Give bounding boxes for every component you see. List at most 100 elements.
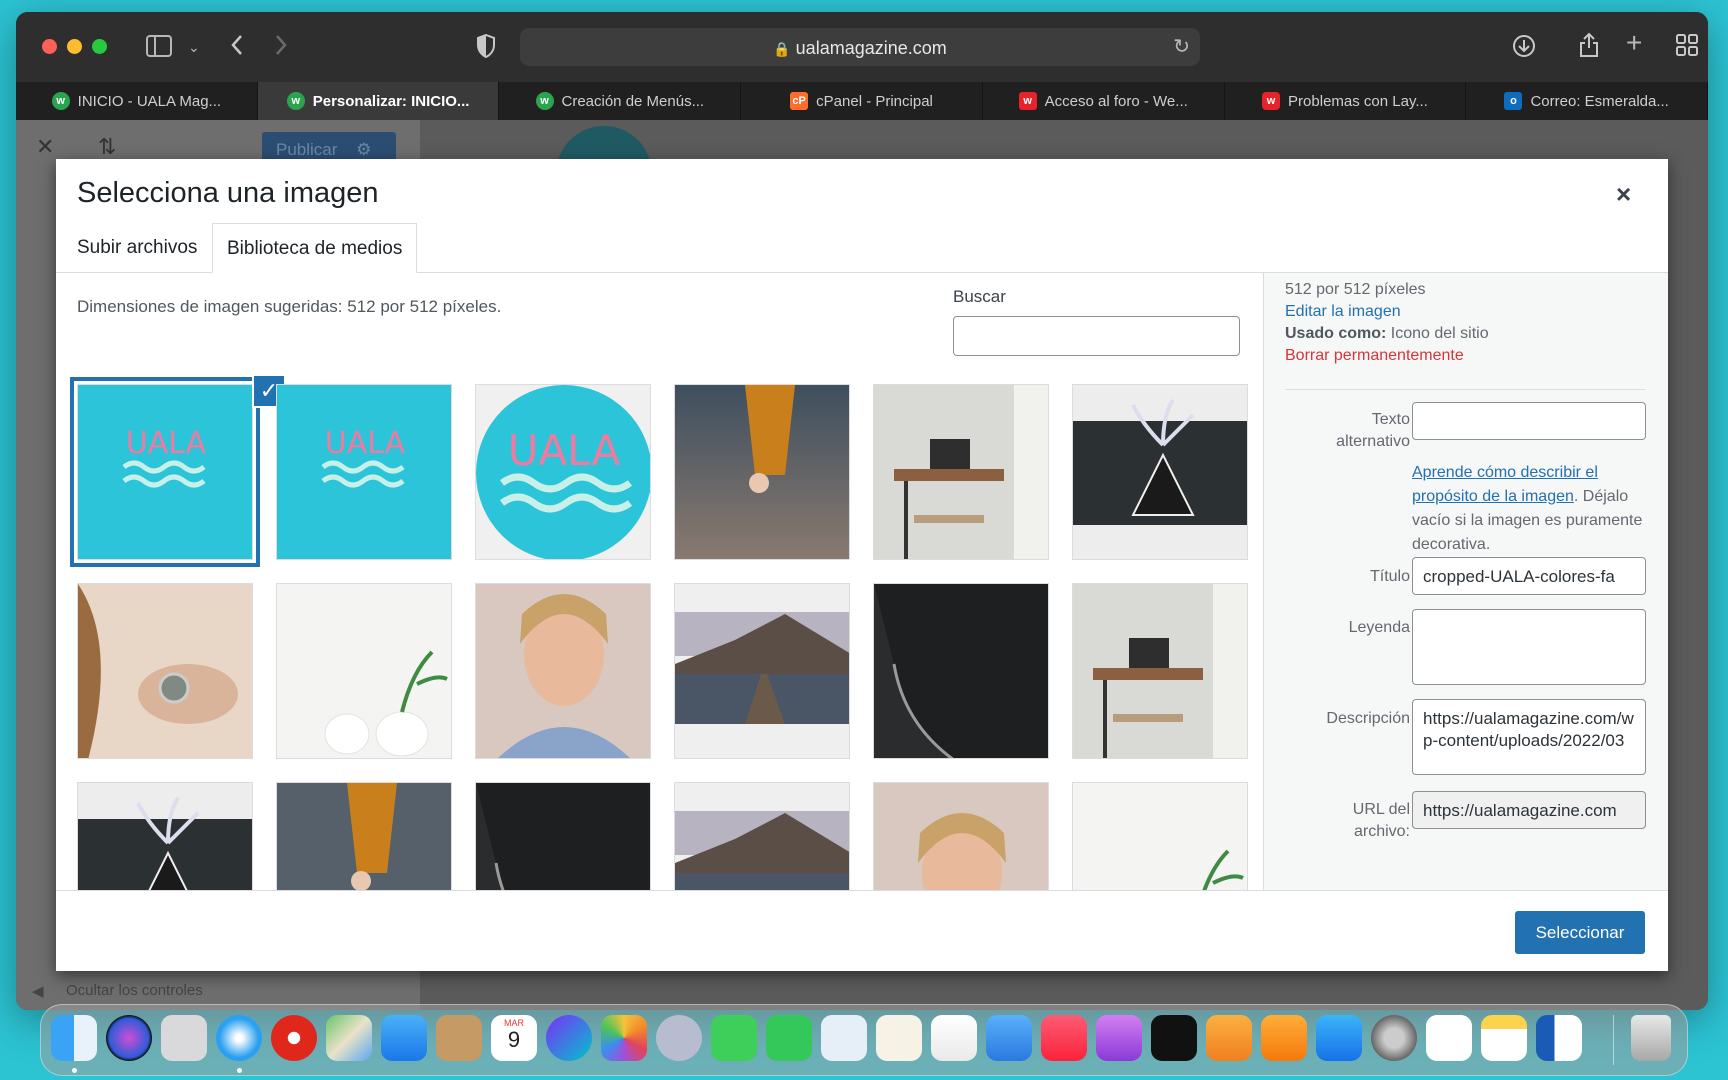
attachment-uala-circle[interactable]: UALA <box>475 384 651 560</box>
tab-acceso-foro[interactable]: w Acceso al foro - We... <box>983 82 1225 120</box>
svg-text:UALA: UALA <box>126 426 207 461</box>
chevron-down-icon[interactable]: ⌄ <box>188 36 200 58</box>
alt-text-help-link[interactable]: Aprende cómo describir el propósito de l… <box>1412 464 1598 505</box>
instruments-icon[interactable] <box>656 1015 702 1061</box>
facetime-icon[interactable] <box>766 1015 812 1061</box>
attachment-lake-dock[interactable] <box>674 583 850 759</box>
svg-text:UALA: UALA <box>508 426 621 475</box>
messages-icon[interactable] <box>711 1015 757 1061</box>
sidebar-toggle-icon[interactable] <box>146 35 172 61</box>
tab-overview-icon[interactable] <box>1676 34 1698 60</box>
back-icon[interactable] <box>230 34 244 60</box>
caption-textarea[interactable] <box>1412 609 1646 685</box>
safari-icon[interactable] <box>216 1015 262 1061</box>
browser-tab-bar: w INICIO - UALA Mag... w Personalizar: I… <box>16 82 1708 120</box>
downloads-icon[interactable] <box>1512 34 1536 62</box>
attachment-hand-ring[interactable] <box>77 583 253 759</box>
attachment-orange-sweater[interactable] <box>674 384 850 560</box>
youtube-icon[interactable] <box>271 1015 317 1061</box>
tab-inicio[interactable]: w INICIO - UALA Mag... <box>16 82 258 120</box>
attachment-desk-laptop-2[interactable] <box>1072 583 1248 759</box>
attachment-plant-laptop-2[interactable] <box>77 782 253 890</box>
tab-upload-files[interactable]: Subir archivos <box>63 223 211 273</box>
attachment-uala-logo[interactable]: UALA <box>276 384 452 560</box>
maps-icon[interactable] <box>326 1015 372 1061</box>
forward-icon[interactable] <box>274 34 288 60</box>
edit-image-link[interactable]: Editar la imagen <box>1285 303 1401 321</box>
attachment-vases-plant-2[interactable] <box>1072 782 1248 890</box>
music-icon[interactable] <box>1041 1015 1087 1061</box>
trash-icon[interactable] <box>1631 1015 1671 1061</box>
address-bar[interactable]: 🔒 ualamagazine.com ↻ <box>520 28 1200 66</box>
close-icon: ✕ <box>36 134 55 159</box>
contacts-icon[interactable] <box>436 1015 482 1061</box>
tab-problemas-layout[interactable]: w Problemas con Lay... <box>1225 82 1467 120</box>
preview-icon[interactable] <box>821 1015 867 1061</box>
attachment-woman-portrait-2[interactable] <box>873 782 1049 890</box>
modal-tab-bar: Subir archivos Biblioteca de medios <box>56 223 1668 273</box>
description-textarea[interactable]: https://ualamagazine.com/wp-content/uplo… <box>1412 699 1646 775</box>
attachment-phone-closeup-2[interactable] <box>475 782 651 890</box>
alt-text-input[interactable] <box>1412 402 1646 440</box>
tab-creacion-menus[interactable]: w Creación de Menús... <box>499 82 742 120</box>
launchpad-icon[interactable] <box>161 1015 207 1061</box>
select-button[interactable]: Seleccionar <box>1515 911 1645 954</box>
calendar-icon[interactable]: MAR 9 <box>491 1015 537 1061</box>
reload-icon[interactable]: ↻ <box>1173 36 1190 58</box>
tab-media-library[interactable]: Biblioteca de medios <box>212 223 418 273</box>
attachment-orange-sweater-2[interactable] <box>276 782 452 890</box>
canva-icon[interactable] <box>546 1015 592 1061</box>
search-label: Buscar <box>953 287 1006 306</box>
sort-icon: ⇅ <box>98 134 117 159</box>
reminders-icon[interactable] <box>1426 1015 1472 1061</box>
photos-icon[interactable] <box>601 1015 647 1061</box>
tab-correo[interactable]: o Correo: Esmeralda... <box>1466 82 1708 120</box>
privacy-shield-icon[interactable] <box>476 33 496 62</box>
tab-cpanel[interactable]: cP cPanel - Principal <box>741 82 983 120</box>
finder-icon[interactable] <box>51 1015 97 1061</box>
attachment-woman-portrait[interactable] <box>475 583 651 759</box>
attachment-desk-laptop[interactable] <box>873 384 1049 560</box>
search-input[interactable] <box>953 316 1240 356</box>
webnode-favicon-icon: w <box>1262 92 1281 110</box>
webnode-favicon-icon: w <box>1018 92 1037 110</box>
minimize-window-button[interactable] <box>67 39 82 54</box>
settings-icon[interactable] <box>1371 1015 1417 1061</box>
attachment-vases-plant[interactable] <box>276 583 452 759</box>
attachment-uala-logo-selected[interactable]: UALA <box>77 384 253 560</box>
attachment-plant-laptop[interactable] <box>1072 384 1248 560</box>
zoom-window-button[interactable] <box>92 39 107 54</box>
delete-permanently-link[interactable]: Borrar permanentemente <box>1285 347 1464 365</box>
podcasts-icon[interactable] <box>1096 1015 1142 1061</box>
modal-close-button[interactable]: × <box>1616 179 1631 210</box>
attachment-lake-dock-2[interactable] <box>674 782 850 890</box>
mail-icon[interactable] <box>381 1015 427 1061</box>
attachment-details: 512 por 512 píxeles Editar la imagen Usa… <box>1263 273 1668 890</box>
modal-title: Selecciona una imagen <box>77 177 379 209</box>
share-icon[interactable] <box>1578 32 1600 62</box>
appletv-icon[interactable] <box>1151 1015 1197 1061</box>
notes-icon[interactable] <box>1481 1015 1527 1061</box>
url-text: ualamagazine.com <box>795 38 947 58</box>
numbers-icon[interactable] <box>931 1015 977 1061</box>
outlook-favicon-icon: o <box>1504 92 1523 110</box>
close-window-button[interactable] <box>42 39 57 54</box>
cpanel-favicon-icon: cP <box>790 92 809 110</box>
appstore-icon[interactable] <box>1316 1015 1362 1061</box>
siri-icon[interactable] <box>106 1015 152 1061</box>
title-input[interactable]: cropped-UALA-colores-fa <box>1412 557 1646 595</box>
new-tab-icon[interactable]: + <box>1626 29 1642 57</box>
word-icon[interactable] <box>1536 1015 1582 1061</box>
attachment-phone-closeup[interactable] <box>873 583 1049 759</box>
file-url-input[interactable]: https://ualamagazine.com <box>1412 791 1646 829</box>
dock: MAR 9 <box>40 1004 1688 1076</box>
keynote-icon[interactable] <box>986 1015 1032 1061</box>
media-modal: Selecciona una imagen × Subir archivos B… <box>56 159 1668 971</box>
alt-text-label: Texto alternativo <box>1336 411 1410 450</box>
tab-personalizar[interactable]: w Personalizar: INICIO... <box>257 82 500 120</box>
document-icon[interactable] <box>876 1015 922 1061</box>
title-label: Título <box>1369 568 1410 585</box>
hide-controls-label: Ocultar los controles <box>66 982 203 999</box>
pages-icon[interactable] <box>1206 1015 1252 1061</box>
books-icon[interactable] <box>1261 1015 1307 1061</box>
